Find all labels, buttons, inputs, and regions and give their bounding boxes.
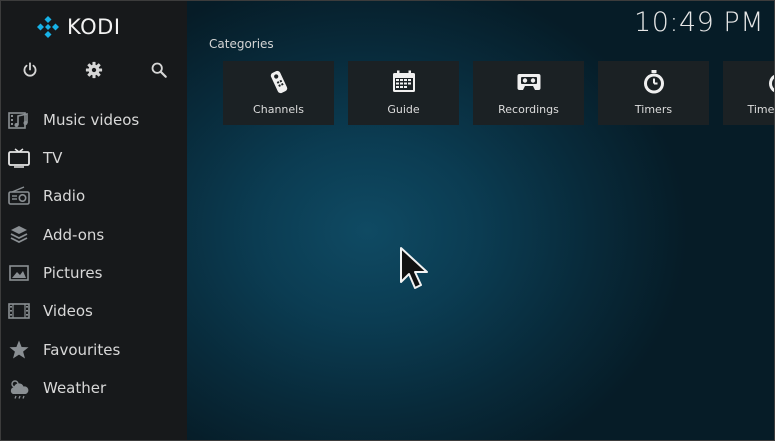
quick-actions (1, 57, 187, 83)
tile-label: Guide (387, 103, 420, 116)
tile-label: Recordings (498, 103, 559, 116)
kodi-window: KODI Music videos TV Radio Add-ons Pictu… (0, 0, 775, 441)
stopwatch-icon (723, 69, 774, 97)
star-icon (7, 338, 31, 362)
menu-item-videos[interactable]: Videos (1, 292, 187, 330)
main-content: 10:49 PM Categories Channels Guide Recor… (187, 1, 775, 440)
tv-icon (7, 146, 31, 170)
search-icon (151, 62, 167, 78)
tile-channels[interactable]: Channels (223, 61, 334, 125)
menu-item-tv[interactable]: TV (1, 139, 187, 177)
tile-timer-rules[interactable]: Timer rules (723, 61, 775, 125)
tile-recordings[interactable]: Recordings (473, 61, 584, 125)
menu-item-radio[interactable]: Radio (1, 177, 187, 215)
menu-item-label: TV (43, 149, 63, 167)
tile-label: Timers (634, 103, 673, 116)
mouse-pointer-icon (400, 247, 428, 289)
menu-item-label: Weather (43, 379, 107, 397)
menu-item-pictures[interactable]: Pictures (1, 254, 187, 292)
addons-icon (7, 223, 31, 247)
categories-title: Categories (209, 37, 274, 51)
sidebar: KODI Music videos TV Radio Add-ons Pictu… (1, 1, 187, 440)
search-button[interactable] (146, 57, 172, 83)
music-video-icon (7, 108, 31, 132)
menu-item-label: Favourites (43, 341, 121, 359)
logo-text: KODI (67, 15, 121, 39)
menu-item-label: Videos (43, 302, 93, 320)
menu-item-music-videos[interactable]: Music videos (1, 101, 187, 139)
power-icon (23, 62, 37, 77)
menu-item-add-ons[interactable]: Add-ons (1, 216, 187, 254)
calendar-icon (348, 69, 459, 97)
tape-icon (473, 69, 584, 97)
menu-item-weather[interactable]: Weather (1, 369, 187, 407)
weather-icon (7, 376, 31, 400)
tile-timers[interactable]: Timers (598, 61, 709, 125)
menu-item-label: Pictures (43, 264, 103, 282)
menu-item-label: Music videos (43, 111, 140, 129)
menu-item-label: Add-ons (43, 226, 105, 244)
gear-icon (85, 61, 103, 79)
stopwatch-icon (598, 69, 709, 97)
tile-label: Channels (253, 103, 304, 116)
clock: 10:49 PM (634, 7, 764, 38)
power-button[interactable] (17, 57, 43, 83)
kodi-logo-icon (37, 16, 59, 38)
tile-guide[interactable]: Guide (348, 61, 459, 125)
menu-item-favourites[interactable]: Favourites (1, 331, 187, 369)
settings-button[interactable] (81, 57, 107, 83)
film-icon (7, 299, 31, 323)
category-tiles: Channels Guide Recordings Timers Time (223, 61, 775, 125)
tile-label: Timer rules (747, 103, 775, 116)
kodi-logo[interactable]: KODI (36, 14, 121, 40)
radio-icon (7, 184, 31, 208)
menu-item-label: Radio (43, 187, 86, 205)
remote-icon (223, 69, 334, 97)
pictures-icon (7, 261, 31, 285)
